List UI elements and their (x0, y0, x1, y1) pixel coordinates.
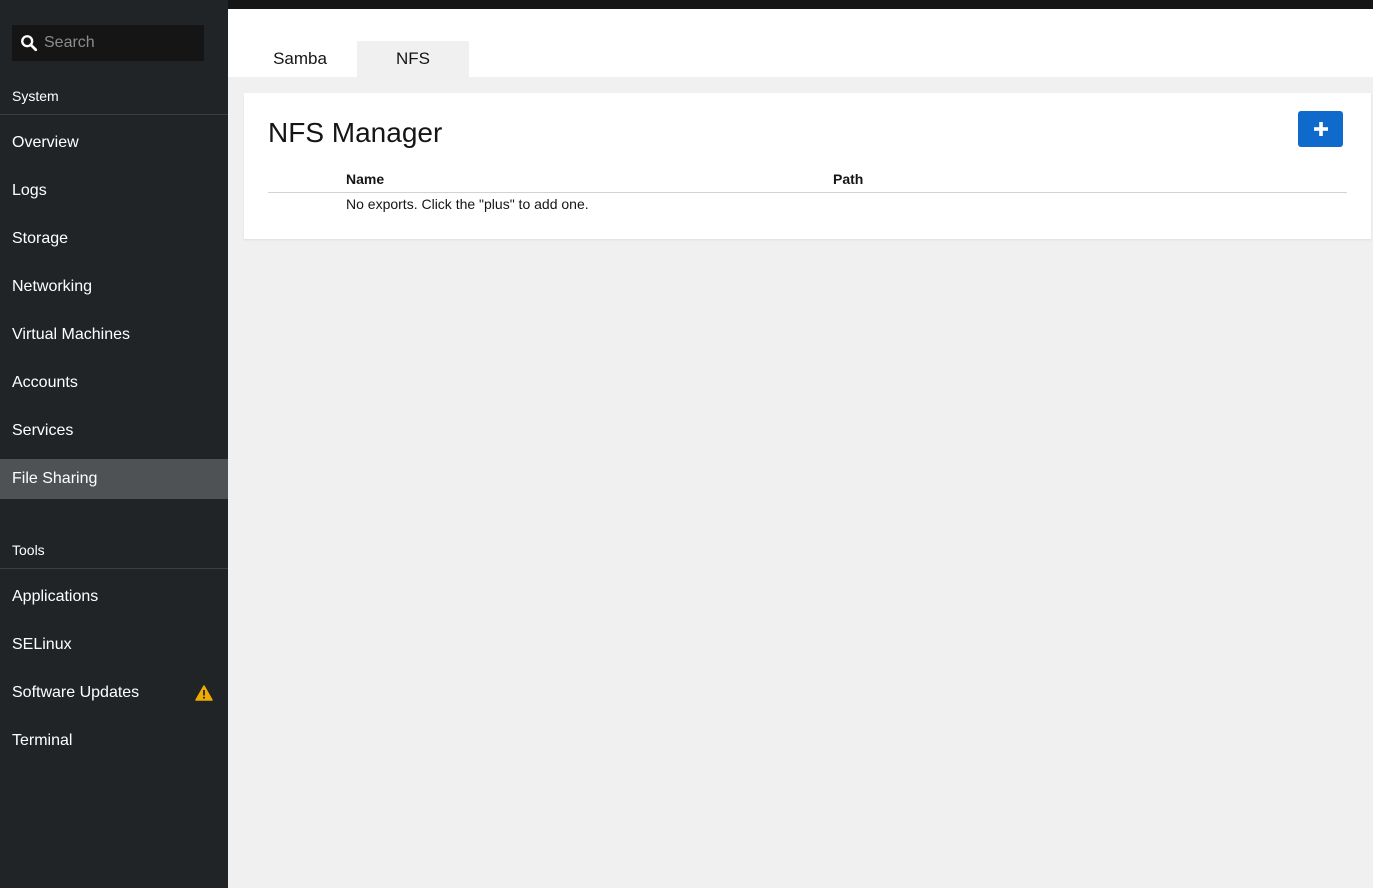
sidebar-item-overview[interactable]: Overview (0, 123, 228, 163)
top-bar (228, 0, 1373, 9)
tab-samba[interactable]: Samba (246, 41, 354, 77)
sidebar-item-terminal[interactable]: Terminal (0, 721, 228, 761)
sidebar-item-selinux[interactable]: SELinux (0, 625, 228, 665)
search-box[interactable] (12, 25, 204, 61)
column-header-path: Path (833, 171, 864, 187)
sidebar-item-virtual-machines[interactable]: Virtual Machines (0, 315, 228, 355)
section-divider (0, 568, 228, 569)
nfs-manager-card: NFS Manager Name Path No exports. Click … (244, 93, 1371, 239)
sidebar-item-networking[interactable]: Networking (0, 267, 228, 307)
section-label-tools: Tools (12, 542, 45, 558)
sidebar: System Overview Logs Storage Networking … (0, 0, 228, 888)
plus-icon (1313, 122, 1328, 136)
sidebar-item-storage[interactable]: Storage (0, 219, 228, 259)
sidebar-item-accounts[interactable]: Accounts (0, 363, 228, 403)
sidebar-item-applications[interactable]: Applications (0, 577, 228, 617)
search-input[interactable] (44, 34, 194, 52)
page-title: NFS Manager (268, 117, 443, 148)
section-divider (0, 114, 228, 115)
empty-state-message: No exports. Click the "plus" to add one. (346, 196, 589, 212)
warning-icon (195, 685, 213, 701)
search-icon (21, 35, 38, 52)
sidebar-item-services[interactable]: Services (0, 411, 228, 451)
table-header-divider (268, 192, 1347, 193)
sidebar-item-label: Software Updates (12, 684, 140, 701)
section-label-system: System (12, 88, 59, 104)
sidebar-item-file-sharing[interactable]: File Sharing (0, 459, 228, 499)
tab-nfs[interactable]: NFS (357, 41, 469, 77)
tab-strip: Samba NFS (228, 9, 1373, 77)
sidebar-item-software-updates[interactable]: Software Updates (0, 673, 228, 713)
sidebar-item-logs[interactable]: Logs (0, 171, 228, 211)
add-export-button[interactable] (1298, 111, 1343, 147)
column-header-name: Name (346, 171, 385, 187)
